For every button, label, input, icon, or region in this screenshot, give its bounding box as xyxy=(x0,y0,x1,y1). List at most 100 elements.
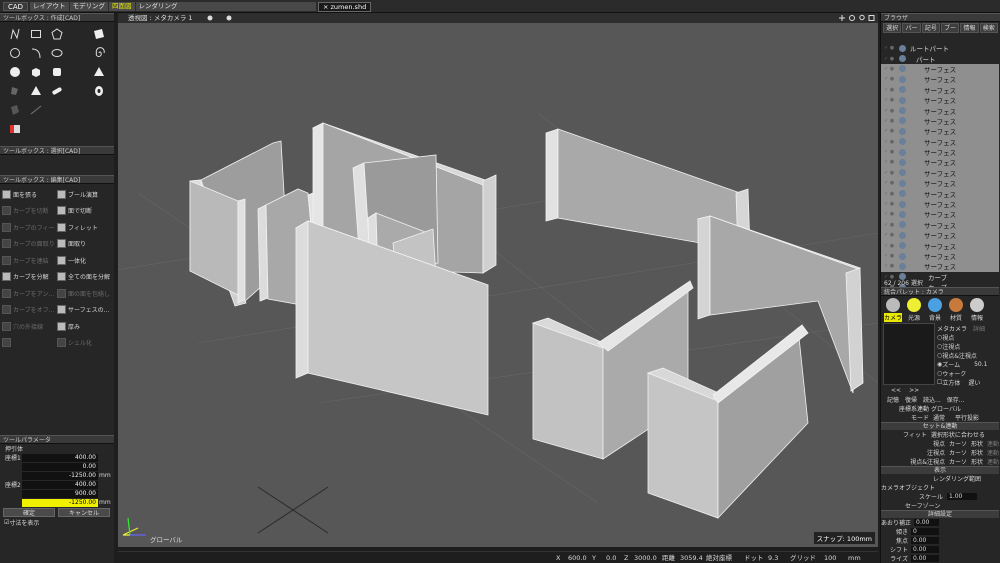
link-row-button[interactable]: 形状 xyxy=(971,448,983,457)
link-row-button[interactable]: 形状 xyxy=(971,439,983,448)
tree-surface[interactable]: ✓ ● サーフェス xyxy=(881,230,999,241)
tree-part[interactable]: ✓ ● パート xyxy=(881,53,999,64)
camera-mode-radio[interactable]: ○ 注視点 xyxy=(937,342,999,351)
speed-select[interactable]: 遅い xyxy=(968,378,980,387)
pyramid-icon[interactable] xyxy=(25,81,46,100)
pan-icon[interactable] xyxy=(839,15,845,21)
tree-surface[interactable]: ✓ ● サーフェス xyxy=(881,63,999,75)
tree-root[interactable]: ✓ ● ルートパート xyxy=(881,43,999,53)
palette-header[interactable]: 統合パレット : カメラ xyxy=(881,287,999,296)
tree-surface[interactable]: ✓ ● サーフェス xyxy=(881,261,999,272)
edit-tool-item[interactable]: カーブの面取り xyxy=(2,236,57,253)
camera-mode-radio[interactable]: ○ 視点&注視点 xyxy=(937,351,999,360)
edit-tool-item[interactable]: 面で切断 xyxy=(57,203,112,220)
palette-tab[interactable]: カメラ xyxy=(884,298,902,322)
fit-view-icon[interactable] xyxy=(868,15,875,21)
camera-preview[interactable] xyxy=(883,323,935,385)
mode-select[interactable]: 通常 xyxy=(933,413,945,422)
arc-icon[interactable] xyxy=(25,43,46,62)
detail-field[interactable]: 0.00 xyxy=(911,537,939,544)
save-button[interactable]: 保存... xyxy=(947,395,965,404)
circle-icon[interactable] xyxy=(4,43,25,62)
detail-field[interactable]: 0.00 xyxy=(911,555,939,562)
polygon-icon[interactable] xyxy=(46,24,67,43)
edit-tool-item[interactable]: ブール演算 xyxy=(57,186,112,203)
sphere-icon[interactable] xyxy=(4,62,25,81)
tab-rendering[interactable]: レンダリング xyxy=(135,2,316,11)
tab-four-view[interactable]: 四面図 xyxy=(109,2,135,11)
link-row-button[interactable]: 連動 xyxy=(987,457,999,466)
tree-surface[interactable]: ✓ ● サーフェス xyxy=(881,209,999,220)
link-row-button[interactable]: 形状 xyxy=(971,457,983,466)
zoom-icon[interactable] xyxy=(859,14,865,21)
link-row-button[interactable]: カーソ xyxy=(949,457,967,466)
edit-tool-item[interactable]: フィレット xyxy=(57,219,112,236)
edit-tool-item[interactable] xyxy=(2,335,57,352)
palette-tab[interactable]: 材質 xyxy=(947,298,965,322)
edit-tool-item[interactable]: カーブを切断 xyxy=(2,203,57,220)
confirm-button[interactable]: 確定 xyxy=(3,508,55,517)
edit-tool-item[interactable]: 面取り xyxy=(57,236,112,253)
edit-tool-item[interactable]: カーブをアン... xyxy=(2,285,57,302)
toolbox-edit-header[interactable]: ツールボックス : 編集[CAD] xyxy=(0,175,114,184)
camera-mode-radio[interactable]: ○ 視点 xyxy=(937,333,999,342)
browser-tab[interactable]: 選択 xyxy=(883,23,902,33)
edit-tool-item[interactable]: 厚み xyxy=(57,318,112,335)
edit-tool-item[interactable]: サーフェスの... xyxy=(57,302,112,319)
detail-section[interactable]: 詳細設定 xyxy=(881,510,999,518)
edit-tool-item[interactable]: 一体化 xyxy=(57,252,112,269)
tab-modeling[interactable]: モデリング xyxy=(69,2,108,11)
render-range-checkbox[interactable]: レンダリング範囲 xyxy=(933,474,981,483)
torus-icon[interactable] xyxy=(89,81,110,100)
camera-sync-icon[interactable] xyxy=(207,15,213,21)
browser-tab[interactable]: 情報 xyxy=(960,23,979,33)
tree-surface[interactable]: ✓ ● サーフェス xyxy=(881,136,999,147)
edit-tool-item[interactable]: カーブをオフ... xyxy=(2,302,57,319)
tree-surface[interactable]: ✓ ● サーフェス xyxy=(881,167,999,179)
fit-button[interactable]: 選択形状に合わせる xyxy=(931,430,985,439)
freehand-curve-icon[interactable] xyxy=(4,24,25,43)
display-section[interactable]: 表示 xyxy=(881,466,999,474)
next-camera-button[interactable]: >> xyxy=(909,387,919,394)
coord2-z-field[interactable]: -1250.00 xyxy=(22,498,98,507)
perspective-viewport[interactable]: グローバル スナップ: 100mm xyxy=(118,23,878,547)
detail-field[interactable]: 0.00 xyxy=(911,546,939,553)
palette-tab[interactable]: 背景 xyxy=(926,298,944,322)
tool-params-header[interactable]: ツールパラメータ xyxy=(0,435,114,444)
detail-field[interactable]: 0 xyxy=(911,528,939,535)
tree-surface[interactable]: ✓ ● サーフェス xyxy=(881,126,999,137)
toolbox-select-header[interactable]: ツールボックス : 選択[CAD] xyxy=(0,146,114,155)
plane-icon[interactable] xyxy=(89,24,110,43)
link-row-button[interactable]: カーソ xyxy=(949,448,967,457)
tree-surface[interactable]: ✓ ● サーフェス xyxy=(881,74,999,85)
safe-zone-checkbox[interactable]: セーフゾーン xyxy=(905,501,940,510)
status-abs-toggle[interactable]: 絶対座標 xyxy=(706,554,732,562)
edit-tool-item[interactable]: 穴の外接線 xyxy=(2,318,57,335)
camera-mode-radio[interactable]: ◉ ズーム 50.1 xyxy=(937,360,999,369)
tree-surface[interactable]: ✓ ● サーフェス xyxy=(881,198,999,210)
cad-mode-button[interactable]: CAD xyxy=(3,2,29,11)
tree-surface[interactable]: ✓ ● サーフェス xyxy=(881,115,999,127)
line-tool-icon[interactable] xyxy=(25,100,46,119)
box-icon[interactable] xyxy=(25,62,46,81)
capsule-icon[interactable] xyxy=(46,81,67,100)
tree-surface[interactable]: ✓ ● サーフェス xyxy=(881,94,999,106)
tetra-icon[interactable] xyxy=(4,81,25,100)
cylinder-icon[interactable] xyxy=(46,62,67,81)
rectangle-icon[interactable] xyxy=(25,24,46,43)
zoom-value[interactable]: 50.1 xyxy=(974,361,987,368)
memory-button[interactable]: 記憶 xyxy=(887,395,899,404)
camera-mode-radio[interactable]: ○ ウォーク xyxy=(937,369,999,378)
edit-tool-item[interactable]: 面の面を包絡し xyxy=(57,285,112,302)
browser-header[interactable]: ブラウザ xyxy=(881,13,1000,22)
coord1-x-field[interactable]: 400.00 xyxy=(22,453,98,462)
tree-surface[interactable]: ✓ ● サーフェス xyxy=(881,250,999,262)
read-button[interactable]: 読込... xyxy=(923,395,941,404)
coord2-y-field[interactable]: 900.00 xyxy=(22,489,98,498)
tree-surface[interactable]: ✓ ● サーフェス xyxy=(881,178,999,189)
palette-tab[interactable]: 情報 xyxy=(968,298,986,322)
tree-surface[interactable]: ✓ ● サーフェス xyxy=(881,188,999,199)
ellipse-icon[interactable] xyxy=(46,43,67,62)
palette-tab[interactable]: 光源 xyxy=(905,298,923,322)
link-row-button[interactable]: 連動 xyxy=(987,448,999,457)
